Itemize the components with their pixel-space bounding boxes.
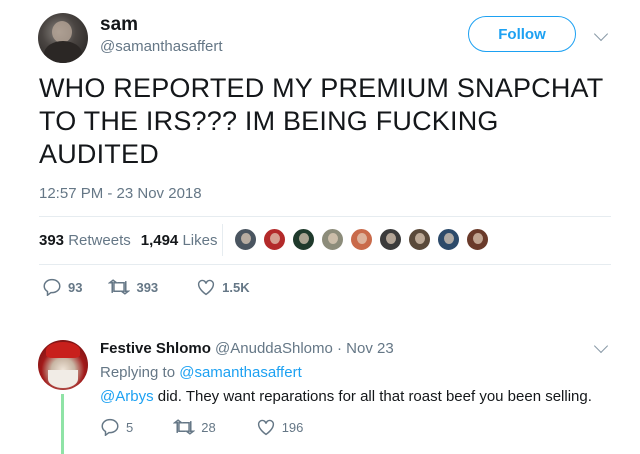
liker-avatar[interactable] <box>466 228 489 251</box>
reply-count: 93 <box>68 279 83 295</box>
reply-reply-button[interactable]: 5 <box>100 418 133 436</box>
retweet-icon <box>173 419 196 435</box>
author-handle[interactable]: @samanthasaffert <box>100 38 223 55</box>
retweets-label: Retweets <box>68 232 131 249</box>
reply-reply-count: 5 <box>126 419 134 435</box>
stats-separator <box>222 224 223 256</box>
chevron-down-icon[interactable] <box>593 338 609 354</box>
reply-body: did. They want reparations for all that … <box>153 388 592 405</box>
like-count: 1.5K <box>222 279 250 295</box>
author-avatar[interactable] <box>38 13 88 63</box>
likes-label: Likes <box>182 232 218 249</box>
tweet-stats: 393 Retweets 1,494 Likes <box>39 232 217 249</box>
retweet-icon <box>108 279 131 295</box>
reply-retweet-count: 28 <box>201 419 216 435</box>
liker-avatar[interactable] <box>321 228 344 251</box>
reply-button[interactable]: 93 <box>42 278 82 296</box>
reply-author-avatar[interactable] <box>38 340 88 390</box>
reply-like-button[interactable]: 196 <box>256 418 304 436</box>
like-icon <box>257 419 274 436</box>
retweet-button[interactable]: 393 <box>108 279 158 295</box>
reply-text: @Arbys did. They want reparations for al… <box>100 388 592 405</box>
tweet-actions: 93 393 1.5K <box>42 278 288 296</box>
liker-avatar[interactable] <box>437 228 460 251</box>
likes-stat[interactable]: 1,494 Likes <box>141 232 218 249</box>
reply-author[interactable]: Festive Shlomo @AnuddaShlomo · Nov 23 <box>100 340 394 357</box>
reply-icon <box>101 418 119 436</box>
liker-avatar[interactable] <box>263 228 286 251</box>
follow-button[interactable]: Follow <box>468 16 576 52</box>
replying-to-link[interactable]: @samanthasaffert <box>179 364 302 381</box>
liker-avatar[interactable] <box>379 228 402 251</box>
reply-handle: @AnuddaShlomo <box>215 340 333 357</box>
likers-avatars <box>234 228 489 251</box>
replying-to: Replying to @samanthasaffert <box>100 364 302 381</box>
author-display-name[interactable]: sam <box>100 14 138 36</box>
reply-date[interactable]: · Nov 23 <box>337 340 394 357</box>
mention-link[interactable]: @Arbys <box>100 388 154 405</box>
reply-like-count: 196 <box>281 419 304 435</box>
liker-avatar[interactable] <box>350 228 373 251</box>
tweet-timestamp[interactable]: 12:57 PM - 23 Nov 2018 <box>39 185 202 202</box>
likes-count: 1,494 <box>140 232 179 249</box>
liker-avatar[interactable] <box>408 228 431 251</box>
chevron-down-icon[interactable] <box>593 26 609 42</box>
like-button[interactable]: 1.5K <box>196 278 250 296</box>
tweet-text: WHO REPORTED MY PREMIUM SNAPCHAT TO THE … <box>39 73 603 169</box>
liker-avatar[interactable] <box>292 228 315 251</box>
divider <box>39 264 611 265</box>
replying-prefix: Replying to <box>100 364 176 381</box>
reply-retweet-button[interactable]: 28 <box>173 419 216 435</box>
retweets-stat[interactable]: 393 Retweets <box>39 232 131 249</box>
reply-display-name: Festive Shlomo <box>100 340 211 357</box>
reply-icon <box>43 278 61 296</box>
liker-avatar[interactable] <box>234 228 257 251</box>
thread-line <box>61 394 64 454</box>
reply-actions: 5 28 196 <box>100 418 343 436</box>
like-icon <box>198 279 215 296</box>
retweets-count: 393 <box>39 232 65 249</box>
divider <box>39 216 611 217</box>
retweet-count: 393 <box>136 279 159 295</box>
